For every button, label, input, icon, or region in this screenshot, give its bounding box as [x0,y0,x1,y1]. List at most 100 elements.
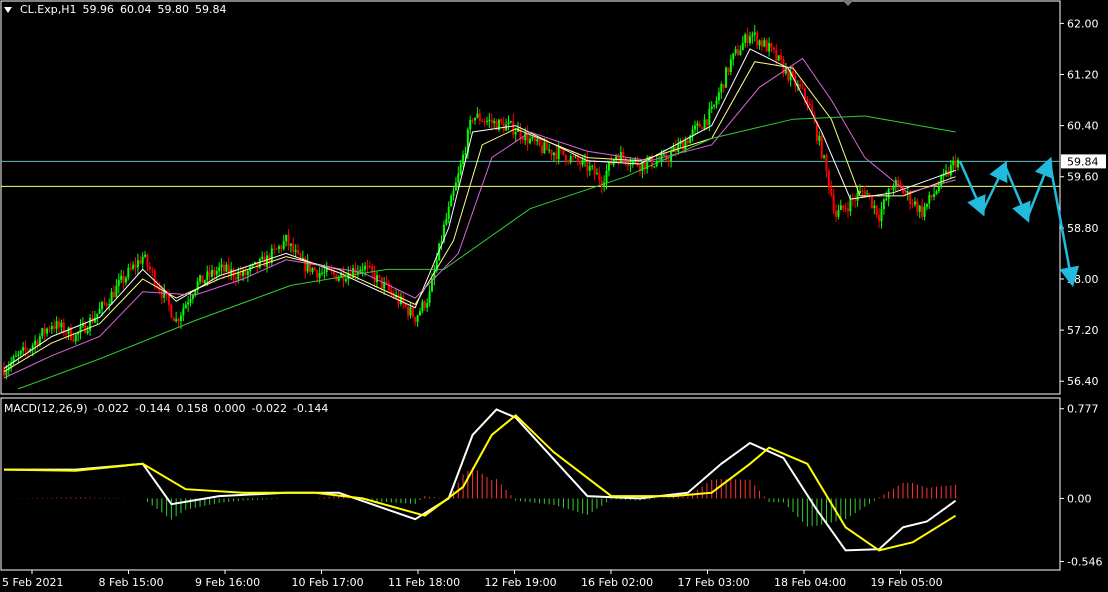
candle-body [297,250,300,254]
candle-body [450,195,453,207]
candle-body [366,265,369,267]
candle-body [220,264,223,268]
histogram-group [8,467,957,527]
candle-body [263,256,266,267]
candle-body [722,84,725,88]
candle-body [746,34,749,44]
candle-body [512,121,515,135]
candle-body [215,271,218,275]
candle-body [244,270,247,276]
candle-body [390,290,393,293]
candle-body [720,84,723,93]
candle-body [954,160,957,168]
candle-body [280,246,283,249]
candle-body [624,158,627,164]
candle-body [854,199,857,201]
candle-body [48,328,51,330]
candle-body [758,40,761,46]
candle-body [189,299,192,303]
candle-body [555,152,558,160]
candle-body [545,142,548,151]
candle-body [321,272,323,274]
candle-body [285,234,288,242]
price-tick-label: 60.40 [1067,120,1099,133]
candle-body [19,350,22,355]
candle-body [287,234,290,246]
chart-canvas[interactable]: 62.0061.2060.4059.6058.8058.0057.2056.40… [0,0,1108,592]
candle-body [380,277,383,289]
candle-body [134,264,137,268]
candle-body [53,326,56,329]
candle-body [686,140,689,144]
candle-body [808,104,811,106]
candle-body [844,208,847,210]
candle-body [261,256,264,260]
candle-body [24,347,27,351]
candle-body [385,281,388,284]
candle-body [120,275,123,280]
candle-body [292,243,295,252]
candle-body [34,340,37,346]
candle-body [323,271,326,273]
candle-body [921,205,924,217]
forecast-arrow [1026,156,1054,219]
candle-body [22,347,25,351]
candle-body [191,295,194,300]
candle-body [842,205,845,209]
time-tick-label: 16 Feb 02:00 [581,576,653,589]
candle-body [911,203,914,205]
candle-body [598,172,601,181]
macd-tick-label: -0.546 [1067,555,1102,568]
candle-body [866,193,869,195]
candle-body [705,119,708,125]
macd-value-5: -0.022 [251,402,287,415]
candle-body [129,267,132,269]
candle-body [105,303,108,306]
macd-value-6: -0.144 [292,402,329,415]
candle-body [839,205,842,210]
candle-body [765,40,768,52]
candle-body [160,291,163,298]
candle-body [144,254,147,257]
candle-body [607,161,610,171]
candle-body [74,334,77,342]
candle-body [830,187,833,196]
candle-body [112,291,115,298]
candle-body [423,301,426,308]
candle-body [203,280,206,284]
candle-body [89,317,92,331]
candle-body [710,106,713,109]
price-tick-label: 56.40 [1067,375,1099,388]
candle-body [375,275,378,283]
candle-body [41,328,44,337]
symbol-header[interactable]: CL.Exp,H1 59.96 60.04 59.80 59.84 [4,3,227,16]
candle-body [507,122,510,125]
candle-body [727,67,730,73]
macd-header: MACD(12,26,9) -0.022 -0.144 0.158 0.000 … [4,402,328,415]
current-price-label: 59.84 [1067,155,1099,168]
candle-body [792,71,795,76]
candle-body [885,198,888,200]
candle-body [316,270,319,278]
candle-body [218,267,221,272]
candle-body [763,40,766,47]
candle-body [14,355,17,357]
candle-body [387,283,390,291]
forecast-arrow [1003,164,1031,223]
candle-body [153,270,156,286]
candle-body [744,34,747,43]
candle-body [930,194,933,197]
candle-body [122,275,125,283]
candle-body [937,186,940,192]
dropdown-triangle-icon[interactable] [4,6,12,13]
candle-body [457,173,460,183]
candle-body [698,123,701,128]
candle-body [717,92,720,101]
candle-body [332,271,335,275]
candles-group [3,25,959,380]
candle-body [827,170,830,188]
candle-body [462,154,465,165]
candle-body [653,166,656,168]
candle-body [591,165,594,167]
candle-body [935,191,938,195]
